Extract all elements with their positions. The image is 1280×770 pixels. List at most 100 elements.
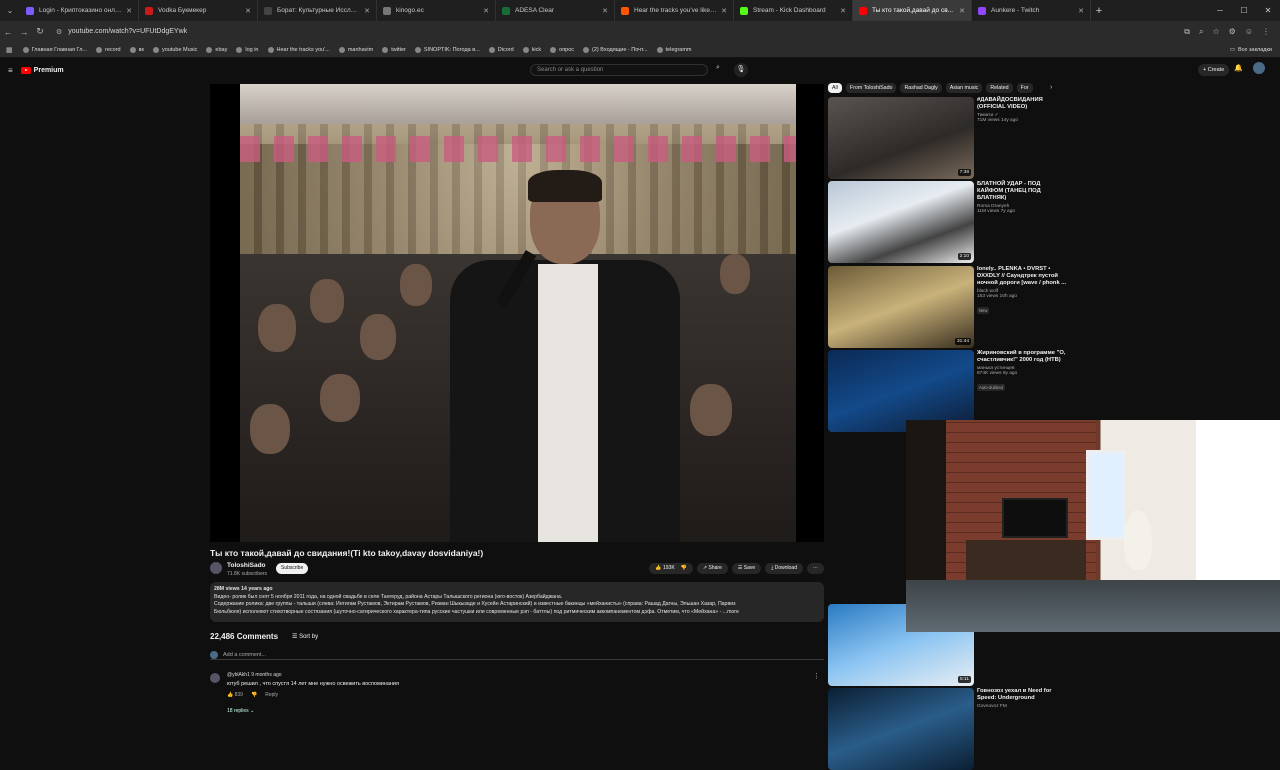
browser-tab[interactable]: Login - Криптоказино онлайн ✕ [20, 0, 139, 21]
zoom-icon[interactable]: ⌕ [1199, 27, 1203, 37]
filter-chip[interactable]: Asian music [945, 83, 983, 93]
recommended-video[interactable]: 7:38 #ДАВАЙДОСВИДАНИЯ (OFFICIAL VIDEO) Тим… [828, 97, 1068, 179]
bookmark-item[interactable]: Hear the tracks you'... [267, 46, 330, 53]
search-icon[interactable]: ⌕ [710, 64, 726, 76]
video-thumbnail[interactable]: 7:38 [828, 97, 974, 179]
tab-close-icon[interactable]: ✕ [483, 7, 489, 15]
bookmark-item[interactable]: manhavim [338, 46, 373, 53]
video-thumbnail[interactable]: 2:10 [828, 181, 974, 263]
filter-chip[interactable]: From ToloshiSado [845, 83, 897, 93]
bookmark-item[interactable]: (2) Входящие - Почт... [583, 46, 648, 53]
menu-icon[interactable]: ⋮ [1262, 27, 1270, 37]
recommended-title[interactable]: БЛАТНОЙ УДАР - ПОД КАЙФОМ (ТАНЕЦ ПОД БЛА… [977, 181, 1067, 202]
tab-close-icon[interactable]: ✕ [840, 7, 846, 15]
video-thumbnail[interactable]: 31:44 [828, 266, 974, 348]
youtube-logo[interactable]: Premium [20, 66, 64, 74]
more-actions-icon[interactable]: ⋯ [807, 563, 824, 574]
thumb-down-icon[interactable]: 👎 [251, 692, 257, 698]
tab-list-chevron-icon[interactable]: ⌄ [0, 0, 20, 21]
browser-tab[interactable]: Vodka Букмекер ✕ [139, 0, 258, 21]
channel-name[interactable]: ToloshiSado [227, 562, 266, 569]
forward-icon[interactable]: → [16, 27, 32, 37]
chips-next-icon[interactable]: › [1050, 84, 1052, 91]
maximize-icon[interactable]: ☐ [1232, 6, 1256, 15]
channel-avatar[interactable] [210, 562, 222, 574]
bookmark-item[interactable]: SINOPTIK: Погода в... [414, 46, 480, 53]
bookmark-item[interactable]: record [96, 46, 121, 53]
tab-close-icon[interactable]: ✕ [126, 7, 132, 15]
recommended-title[interactable]: Говнозоз уехал в Need for Speed: Undergr… [977, 688, 1067, 702]
save-button[interactable]: ☰ Save [731, 563, 762, 574]
tab-close-icon[interactable]: ✕ [364, 7, 370, 15]
tab-close-icon[interactable]: ✕ [959, 7, 965, 15]
browser-tab[interactable]: kinogo.ec ✕ [377, 0, 496, 21]
browser-tab[interactable]: Борат: Культурные Исследова... ✕ [258, 0, 377, 21]
comment-like-button[interactable]: 👍 839 [227, 692, 243, 698]
replies-toggle[interactable]: 18 replies ⌄ [227, 708, 254, 714]
share-button[interactable]: ↗ Share [696, 563, 728, 574]
comment-avatar[interactable] [210, 673, 220, 683]
extensions-icon[interactable]: ⚙ [1229, 27, 1236, 37]
download-button[interactable]: ⤓ Download [765, 563, 803, 574]
open-external-icon[interactable]: ⧉ [1184, 27, 1190, 37]
bookmark-item[interactable]: log in [236, 46, 259, 53]
microphone-icon[interactable]: 🎙 [734, 63, 748, 77]
comment-menu-icon[interactable]: ⋮ [813, 672, 820, 680]
recommended-channel[interactable]: Govnovoz FM [977, 704, 1067, 709]
sort-button[interactable]: ☰ Sort by [292, 633, 318, 640]
bookmark-item[interactable]: ebay [206, 46, 227, 53]
create-button[interactable]: + Create [1198, 64, 1230, 76]
browser-tab[interactable]: Ты кто такой,давай до св... ✕ [853, 0, 972, 21]
apps-icon[interactable]: ▦ [6, 46, 13, 54]
site-info-icon[interactable]: ⚙ [56, 28, 62, 36]
video-frame[interactable] [240, 84, 796, 542]
like-button[interactable]: 👍 193K 👎 [649, 563, 693, 574]
thumb-down-icon[interactable]: 👎 [681, 565, 687, 571]
bookmark-item[interactable]: telegramm [656, 46, 692, 53]
all-bookmarks[interactable]: ▭ Все закладки [1230, 47, 1280, 53]
close-window-icon[interactable]: ✕ [1256, 6, 1280, 15]
notifications-bell-icon[interactable]: 🔔 [1234, 64, 1243, 72]
filter-chip[interactable]: All [828, 83, 842, 93]
search-input[interactable]: Search or ask a question [530, 64, 708, 76]
bookmark-item[interactable]: kick [522, 46, 541, 53]
url-field[interactable]: ⚙ youtube.com/watch?v=UFUtDdgEYwk [56, 24, 1156, 39]
bookmark-item[interactable]: опрос [550, 46, 574, 53]
comment-author[interactable]: @yblAkh1 9 months ago [227, 672, 282, 678]
video-thumbnail[interactable] [828, 688, 974, 770]
reply-button[interactable]: Reply [265, 692, 278, 698]
profile-icon[interactable]: ☺ [1245, 27, 1253, 37]
browser-tab[interactable]: Aunkere - Twitch ✕ [972, 0, 1091, 21]
recommended-video[interactable]: 31:44 lonely.. PLENKA • DVRST • DXXDLY //… [828, 266, 1068, 348]
recommended-title[interactable]: lonely.. PLENKA • DVRST • DXXDLY // Саун… [977, 266, 1067, 287]
browser-tab[interactable]: Hear the tracks you've liked: o... ✕ [615, 0, 734, 21]
video-player[interactable] [210, 84, 824, 542]
bookmark-item[interactable]: вк [129, 46, 144, 53]
browser-tab[interactable]: ADESA Clear ✕ [496, 0, 615, 21]
new-tab-button[interactable]: + [1091, 5, 1107, 17]
hamburger-icon[interactable]: ≡ [8, 66, 13, 75]
recommended-video[interactable]: 2:10 БЛАТНОЙ УДАР - ПОД КАЙФОМ (ТАНЕЦ ПОД… [828, 181, 1068, 263]
browser-tab[interactable]: Stream - Kick Dashboard ✕ [734, 0, 853, 21]
reload-icon[interactable]: ↻ [32, 26, 48, 37]
bookmark-star-icon[interactable]: ☆ [1212, 27, 1219, 37]
filter-chip[interactable]: Rashad Dagly [900, 83, 942, 93]
recommended-video[interactable]: Говнозоз уехал в Need for Speed: Undergr… [828, 688, 1068, 770]
tab-close-icon[interactable]: ✕ [245, 7, 251, 15]
add-comment-input[interactable]: Add a comment... [223, 652, 266, 658]
recommended-title[interactable]: Жириновский в программе "О, счастливчик!… [977, 350, 1067, 364]
bookmark-item[interactable]: twitter [382, 46, 406, 53]
video-description[interactable]: 28M views 14 years ago Видео- ролик был … [210, 582, 824, 622]
tab-close-icon[interactable]: ✕ [1078, 7, 1084, 15]
filter-chip[interactable]: Related [986, 83, 1013, 93]
bookmark-item[interactable]: Dicord [488, 46, 514, 53]
tab-close-icon[interactable]: ✕ [721, 7, 727, 15]
bookmark-item[interactable]: Главная Главная Гл... [22, 46, 87, 53]
filter-chip[interactable]: For [1016, 83, 1033, 93]
tab-close-icon[interactable]: ✕ [602, 7, 608, 15]
add-comment-row[interactable]: Add a comment... [210, 650, 824, 660]
back-icon[interactable]: ← [0, 27, 16, 37]
minimize-icon[interactable]: ─ [1208, 6, 1232, 15]
bookmark-item[interactable]: youtube Music [152, 46, 197, 53]
recommended-title[interactable]: #ДАВАЙДОСВИДАНИЯ (OFFICIAL VIDEO) [977, 97, 1067, 111]
